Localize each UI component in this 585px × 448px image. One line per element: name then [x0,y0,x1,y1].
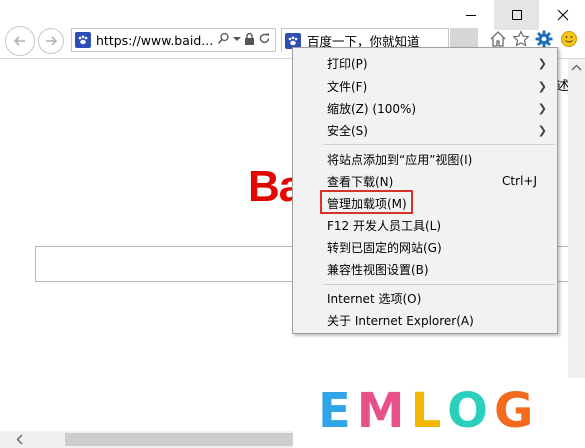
maximize-button[interactable] [494,0,539,30]
dropdown-icon[interactable] [233,32,241,45]
menu-item-label: 转到已固定的网站(G) [327,240,442,255]
menu-item-internet-options[interactable]: Internet 选项(O) [293,287,557,309]
menu-item-pinned-sites[interactable]: 转到已固定的网站(G) [293,236,557,258]
close-icon [557,9,568,21]
menu-item-label: F12 开发人员工具(L) [327,218,442,233]
maximize-icon [511,10,522,20]
close-window-button[interactable] [540,0,585,30]
smile-icon[interactable] [558,28,580,50]
chevron-right-icon: ❯ [537,56,547,70]
menu-item-zoom[interactable]: 缩放(Z) (100%) ❯ [293,97,557,119]
menu-item-add-to-apps[interactable]: 将站点添加到“应用”视图(I) [293,148,557,170]
url-text[interactable]: https://www.baid... [96,33,213,48]
minimize-button[interactable] [448,0,493,30]
arrow-right-icon [46,36,58,46]
chevron-right-icon: ❯ [537,101,547,115]
watermark-letter: M [356,383,405,439]
minimize-icon [465,15,476,16]
menu-item-label: 查看下载(N) [327,174,394,189]
emlog-watermark: E M L O G [318,383,533,439]
menu-item-f12-devtools[interactable]: F12 开发人员工具(L) [293,214,557,236]
watermark-letter: O [447,383,488,439]
horizontal-scroll-thumb[interactable] [65,433,295,446]
vertical-scrollbar[interactable] [568,59,585,431]
menu-separator [323,284,555,285]
menu-item-label: 安全(S) [327,123,368,138]
menu-separator [323,144,555,145]
menu-item-shortcut: Ctrl+J [502,174,537,188]
address-bar[interactable]: https://www.baid... [71,28,276,52]
highlight-annotation [320,190,413,214]
menu-item-label: 将站点添加到“应用”视图(I) [327,152,473,167]
menu-item-about-ie[interactable]: 关于 Internet Explorer(A) [293,309,557,331]
refresh-icon[interactable] [258,32,271,45]
menu-item-print[interactable]: 打印(P) ❯ [293,52,557,74]
menu-item-safety[interactable]: 安全(S) ❯ [293,119,557,141]
watermark-letter: E [318,383,351,439]
menu-item-label: 兼容性视图设置(B) [327,262,429,277]
baidu-favicon [75,32,91,48]
back-button[interactable] [5,26,35,56]
search-icon[interactable] [217,32,230,45]
forward-button[interactable] [38,28,64,54]
menu-item-label: 缩放(Z) (100%) [327,101,417,116]
menu-item-label: Internet 选项(O) [327,291,422,306]
scroll-up-icon[interactable] [568,61,585,75]
lock-icon[interactable] [244,32,255,45]
menu-item-label: 关于 Internet Explorer(A) [327,313,474,328]
chevron-right-icon: ❯ [537,123,547,137]
menu-item-view-downloads[interactable]: 查看下载(N) Ctrl+J [293,170,557,192]
menu-item-label: 文件(F) [327,79,368,94]
scroll-left-icon[interactable] [12,431,29,448]
menu-item-label: 打印(P) [327,56,368,71]
menu-item-file[interactable]: 文件(F) ❯ [293,75,557,97]
chevron-right-icon: ❯ [537,79,547,93]
menu-item-compat-view[interactable]: 兼容性视图设置(B) [293,258,557,280]
watermark-letter: L [410,383,442,439]
watermark-letter: G [493,383,534,439]
arrow-left-icon [13,36,25,46]
